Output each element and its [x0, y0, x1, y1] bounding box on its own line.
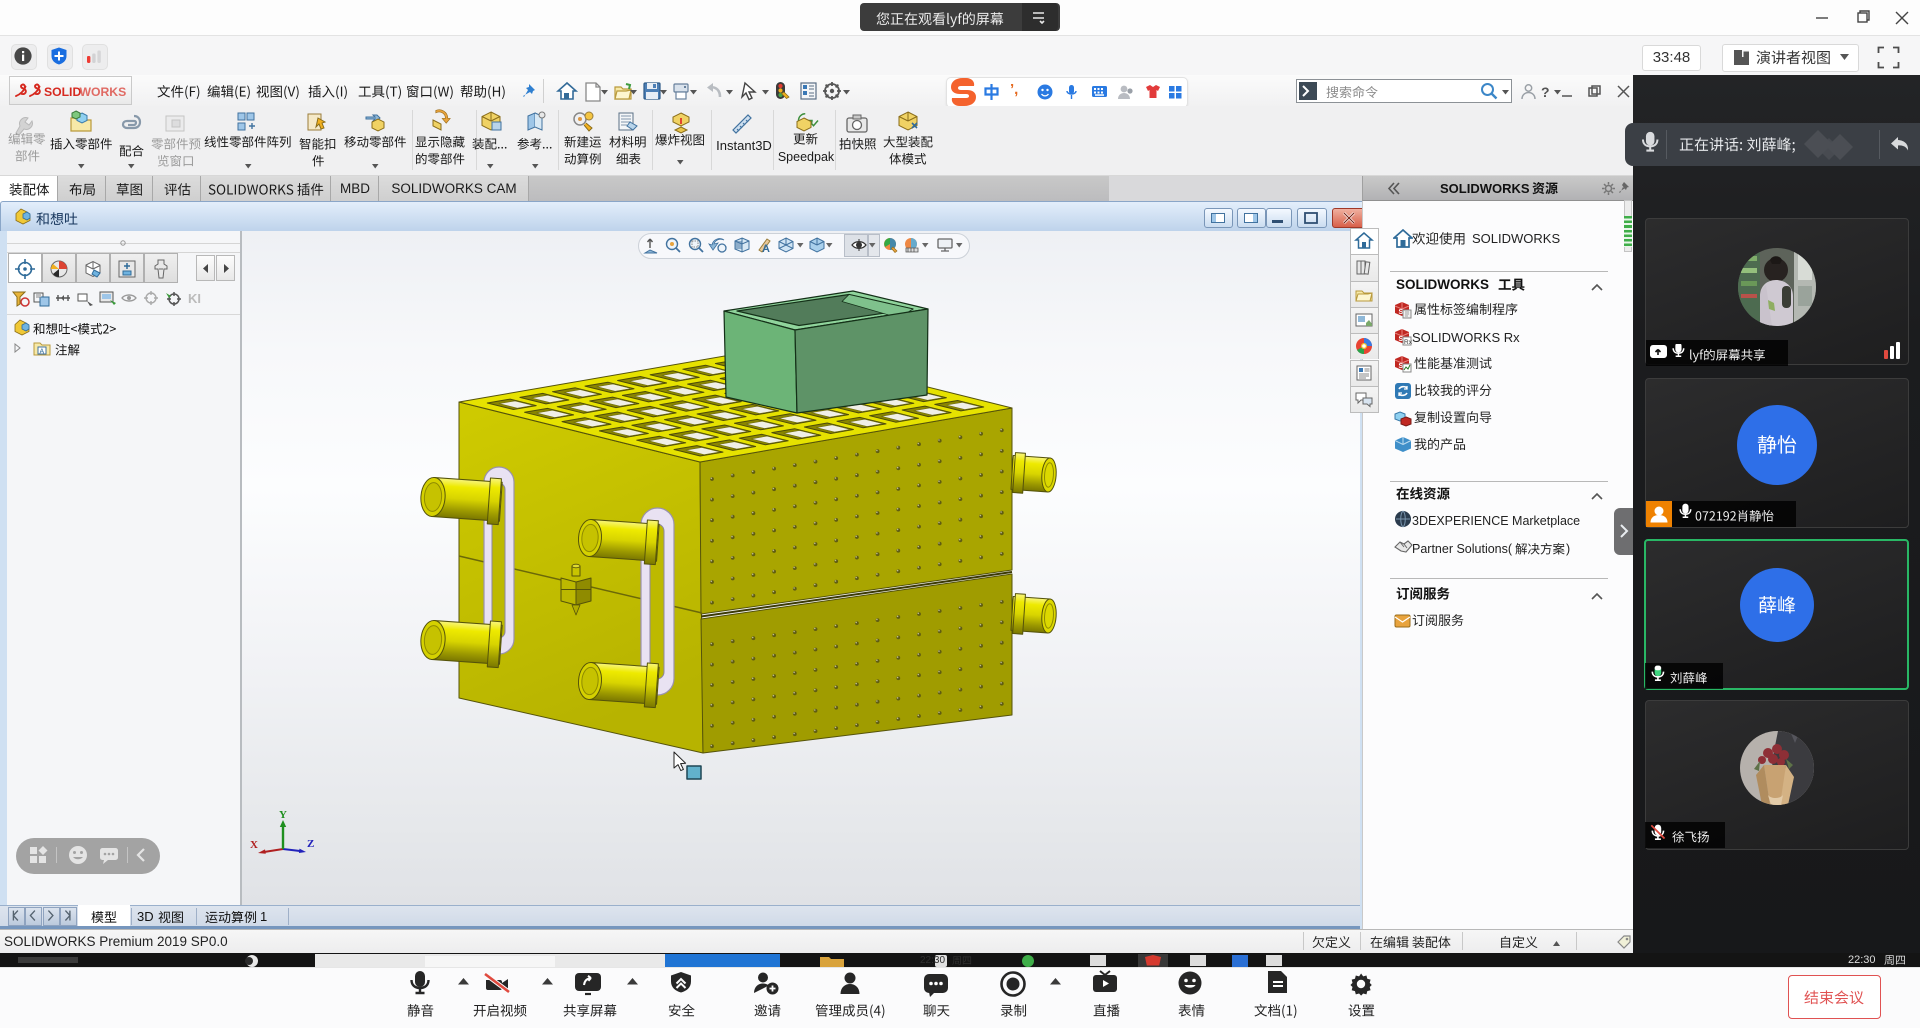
svg-text:’,: ’, — [1010, 82, 1018, 98]
svg-text:A: A — [40, 349, 45, 356]
svg-text:X: X — [250, 839, 258, 851]
svg-text:A: A — [762, 243, 770, 255]
svg-text:WORKS: WORKS — [80, 85, 127, 99]
svg-text:Z: Z — [307, 838, 314, 850]
svg-text:KI: KI — [188, 291, 201, 306]
svg-text:SOLID: SOLID — [44, 85, 81, 99]
svg-text:Y: Y — [279, 809, 287, 821]
